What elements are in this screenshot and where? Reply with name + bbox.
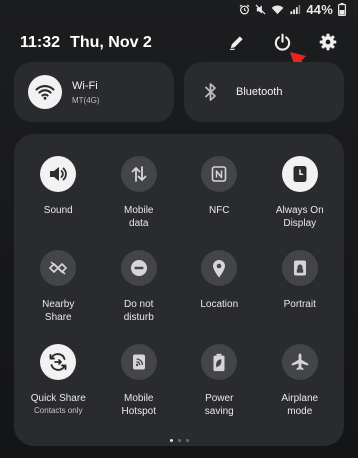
do-not-disturb-icon <box>130 260 147 276</box>
qs-portrait-toggle[interactable] <box>281 250 318 286</box>
page-dot <box>169 439 173 442</box>
qs-airplane-mode-toggle[interactable] <box>281 344 318 380</box>
qs-quick-share-toggle[interactable] <box>40 344 77 380</box>
battery-percentage: 44% <box>306 1 333 17</box>
wifi-icon <box>271 4 284 15</box>
clock-time: 11:32 <box>20 34 61 51</box>
qs-location-label: Location <box>200 299 239 310</box>
qs-portrait[interactable]: Portrait <box>260 250 341 344</box>
qs-mobile-hotspot[interactable]: Mobile Hotspot <box>99 344 180 438</box>
qs-always-on-display-toggle[interactable] <box>281 156 318 192</box>
qs-quick-share-label: Quick Share <box>30 393 86 404</box>
mobile-data-icon <box>131 166 147 182</box>
bluetooth-icon[interactable] <box>194 75 228 109</box>
qs-mobile-data-toggle[interactable] <box>120 156 157 192</box>
qs-power-saving[interactable]: Power saving <box>179 344 260 438</box>
wifi-title: Wi-Fi <box>72 79 98 92</box>
location-icon <box>213 259 226 277</box>
qs-do-not-disturb-toggle[interactable] <box>120 250 157 286</box>
qs-mobile-hotspot-label: Mobile Hotspot <box>121 393 156 417</box>
qs-mobile-data[interactable]: Mobile data <box>99 156 180 250</box>
qs-location[interactable]: Location <box>179 250 260 344</box>
qs-nfc-label: NFC <box>208 205 230 216</box>
qs-airplane-mode-label: Airplane mode <box>281 393 319 417</box>
quick-settings-grid: Sound Mobile data NFC Always On Display <box>18 156 340 438</box>
edit-button[interactable] <box>224 30 248 54</box>
qs-sound-label: Sound <box>43 205 73 216</box>
qs-always-on-display-label: Always On Display <box>275 205 324 229</box>
qs-nfc-toggle[interactable] <box>201 156 238 192</box>
qs-airplane-mode[interactable]: Airplane mode <box>260 344 341 438</box>
qs-portrait-label: Portrait <box>283 299 316 310</box>
qs-power-saving-toggle[interactable] <box>201 344 238 380</box>
edit-icon <box>229 35 243 50</box>
page-indicator <box>14 439 344 442</box>
qs-sound-toggle[interactable] <box>40 156 77 192</box>
wifi-network-name: MT(4G) <box>72 95 100 105</box>
airplane-icon <box>291 353 308 370</box>
qs-do-not-disturb[interactable]: Do not disturb <box>99 250 180 344</box>
page-dot <box>185 439 189 442</box>
qs-always-on-display[interactable]: Always On Display <box>260 156 341 250</box>
qs-location-toggle[interactable] <box>201 250 238 286</box>
wifi-toggle-icon[interactable] <box>28 75 62 109</box>
volume-icon <box>50 167 68 181</box>
qs-nearby-share-label: Nearby Share <box>42 299 75 323</box>
qs-sound[interactable]: Sound <box>18 156 99 250</box>
signal-icon <box>289 4 301 15</box>
battery-icon <box>338 2 346 16</box>
qs-do-not-disturb-label: Do not disturb <box>123 299 154 323</box>
bluetooth-tile[interactable]: Bluetooth <box>184 62 344 122</box>
quick-settings-panel: Sound Mobile data NFC Always On Display <box>14 134 344 446</box>
bluetooth-title: Bluetooth <box>236 86 283 98</box>
qs-quick-share-sub: Contacts only <box>34 406 83 415</box>
always-on-display-icon <box>293 166 307 182</box>
wifi-tile[interactable]: Wi-Fi MT(4G) <box>14 62 174 122</box>
qs-quick-share[interactable]: Quick Share Contacts only <box>18 344 99 438</box>
qs-mobile-data-label: Mobile data <box>124 205 154 229</box>
qs-mobile-hotspot-toggle[interactable] <box>120 344 157 380</box>
nearby-share-icon <box>49 261 68 275</box>
quick-share-icon <box>49 353 67 371</box>
quick-panel-screen: 44% 11:32 Thu, Nov 2 Wi-Fi MT(4G) Blueto… <box>0 0 358 458</box>
portrait-icon <box>293 260 306 276</box>
clock-date: Thu, Nov 2 <box>70 34 152 51</box>
mute-icon <box>255 3 266 15</box>
power-saving-icon <box>213 353 225 371</box>
qs-nfc[interactable]: NFC <box>179 156 260 250</box>
qs-nearby-share[interactable]: Nearby Share <box>18 250 99 344</box>
page-dot <box>177 439 181 442</box>
qs-power-saving-label: Power saving <box>204 393 234 417</box>
hotspot-icon <box>132 354 145 370</box>
status-bar: 44% <box>239 0 346 18</box>
alarm-icon <box>239 3 250 15</box>
qs-nearby-share-toggle[interactable] <box>40 250 77 286</box>
nfc-icon <box>211 166 227 182</box>
